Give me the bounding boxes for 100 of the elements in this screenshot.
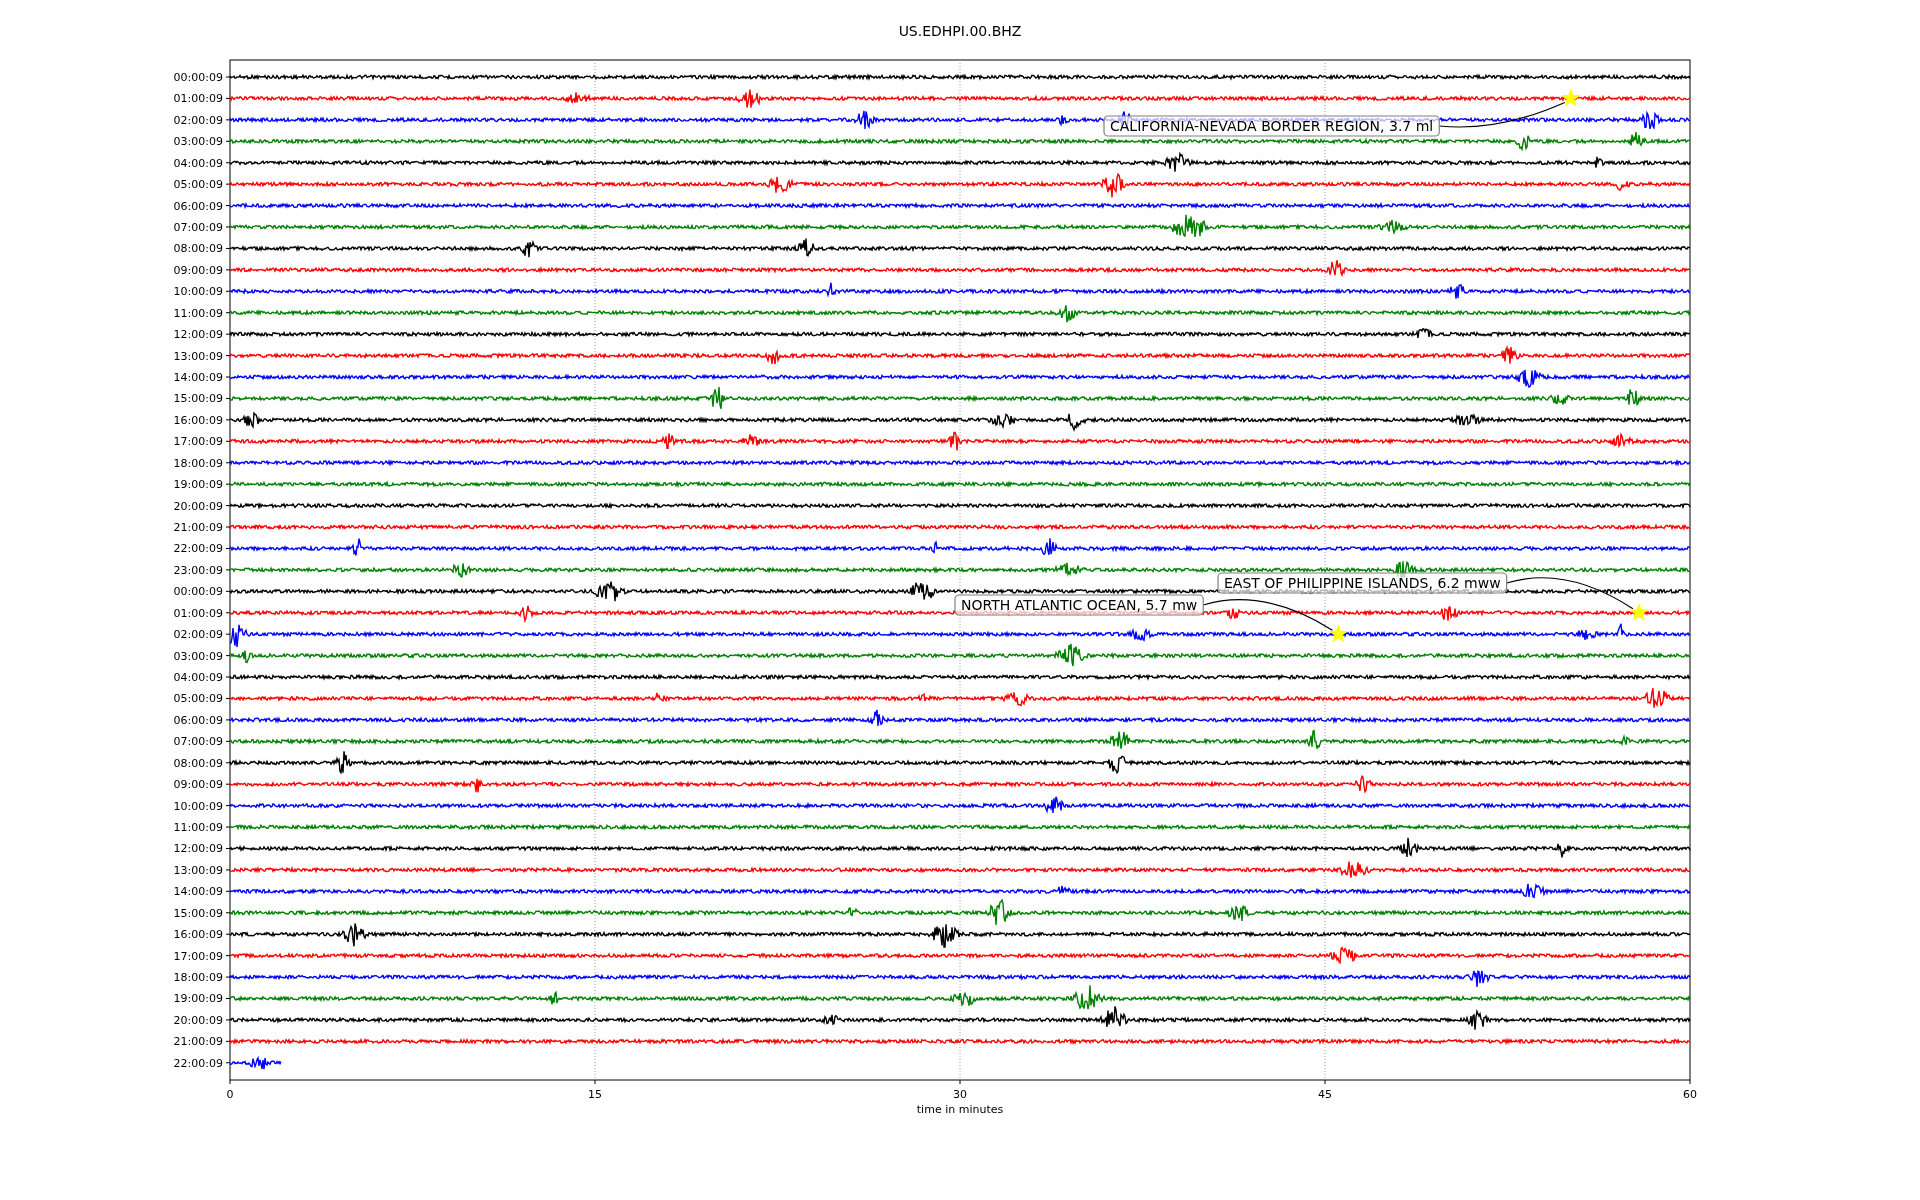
tick-mark [225,805,231,807]
axis-tick-label: 19:00:09 [173,478,223,492]
tick-mark [225,569,231,571]
tick-mark [225,1040,231,1042]
tick-mark [225,76,231,78]
axis-tick-label: 05:00:09 [173,692,223,706]
axis-tick-label: 08:00:09 [173,242,223,256]
tick-mark [225,676,231,678]
axis-tick-label: 00:00:09 [173,585,223,599]
axis-tick-label: 08:00:09 [173,756,223,770]
axis-tick-label: 01:00:09 [173,92,223,106]
axis-label: time in minutes [916,1103,1004,1116]
tick-mark [225,826,231,828]
axis-tick-label: 15:00:09 [173,392,223,406]
axis-tick-label: 18:00:09 [173,456,223,470]
axis-tick-label: 03:00:09 [173,135,223,149]
axis-tick-label: 23:00:09 [173,563,223,577]
axis-tick-label: 07:00:09 [173,221,223,234]
tick-mark [225,119,231,121]
axis-tick-label: 17:00:09 [173,949,223,963]
tick-mark [225,783,231,785]
axis-tick-label: 13:00:09 [173,863,223,877]
tick-mark [225,440,231,442]
tick-mark [225,419,231,421]
axis-tick-label: 04:00:09 [173,671,223,685]
axis-tick-label: 12:00:09 [173,842,223,856]
axis-tick-label: 30 [953,1088,967,1101]
tick-mark [225,483,231,485]
star-marker [1561,88,1581,107]
tick-mark [225,740,231,742]
tick-mark [225,697,231,699]
tick-mark [225,333,231,335]
axis-tick-label: 21:00:09 [173,521,223,535]
axis-tick-label: 02:00:09 [173,113,223,127]
axis-tick-label: 10:00:09 [173,799,223,813]
tick-mark [225,719,231,721]
tick-mark [225,226,231,228]
axis-tick-label: 01:00:09 [173,606,223,620]
annotation-label: CALIFORNIA-NEVADA BORDER REGION, 3.7 ml [1103,115,1440,137]
tick-mark [1324,1079,1326,1085]
tick-mark [225,526,231,528]
axis-tick-label: 11:00:09 [173,306,223,320]
axis-tick-label: 20:00:09 [173,499,223,513]
annotation-label: EAST OF PHILIPPINE ISLANDS, 6.2 mww [1217,572,1508,594]
axis-tick-label: 22:00:09 [173,542,223,556]
axis-tick-label: 09:00:09 [173,778,223,792]
axis-tick-label: 21:00:09 [173,1035,223,1049]
tick-mark [225,376,231,378]
tick-mark [229,1079,231,1085]
axis-tick-label: 05:00:09 [173,178,223,192]
axis-tick-label: 06:00:09 [173,713,223,727]
axis-tick-label: 19:00:09 [173,992,223,1006]
tick-mark [225,140,231,142]
axis-tick-label: 22:00:09 [173,1056,223,1070]
axis-tick-label: 10:00:09 [173,285,223,299]
axis-tick-label: 0 [226,1088,234,1101]
tick-mark [225,355,231,357]
tick-mark [594,1079,596,1085]
star-marker [1328,624,1348,643]
tick-mark [225,590,231,592]
axis-tick-label: 07:00:09 [173,735,223,749]
tick-mark [225,633,231,635]
axis-tick-label: 14:00:09 [173,371,223,384]
axis-tick-label: 06:00:09 [173,199,223,213]
tick-mark [225,612,231,614]
tick-mark [225,505,231,507]
tick-mark [225,205,231,207]
axis-tick-label: 04:00:09 [173,156,223,170]
tick-mark [225,547,231,549]
tick-mark [225,890,231,892]
tick-mark [225,912,231,914]
axis-tick-label: 60 [1683,1088,1697,1101]
axis-tick-label: 16:00:09 [173,413,223,427]
axis-tick-label: 03:00:09 [173,649,223,663]
tick-mark [225,462,231,464]
tick-mark [225,247,231,249]
tick-mark [225,183,231,185]
axis-tick-label: 14:00:09 [173,885,223,899]
axis-tick-label: 16:00:09 [173,928,223,942]
axis-tick-label: 15 [588,1088,602,1101]
tick-mark [225,1019,231,1021]
plot-title: US.EDHPI.00.BHZ [898,22,1022,40]
axis-tick-label: 09:00:09 [173,263,223,277]
axis-tick-label: 00:00:09 [173,71,223,84]
tick-mark [959,1079,961,1085]
tick-mark [225,269,231,271]
tick-mark [225,955,231,957]
tick-mark [225,290,231,292]
axis-tick-label: 12:00:09 [173,328,223,342]
tick-mark [225,762,231,764]
axis-tick-label: 20:00:09 [173,1013,223,1027]
tick-mark [225,162,231,164]
tick-mark [225,848,231,849]
tick-mark [1689,1079,1691,1085]
axis-tick-label: 13:00:09 [173,349,223,363]
axis-tick-label: 15:00:09 [173,906,223,920]
axis-tick-label: 45 [1318,1088,1332,1101]
star-marker [1629,602,1649,621]
tick-mark [225,1062,231,1064]
tick-mark [225,97,231,99]
